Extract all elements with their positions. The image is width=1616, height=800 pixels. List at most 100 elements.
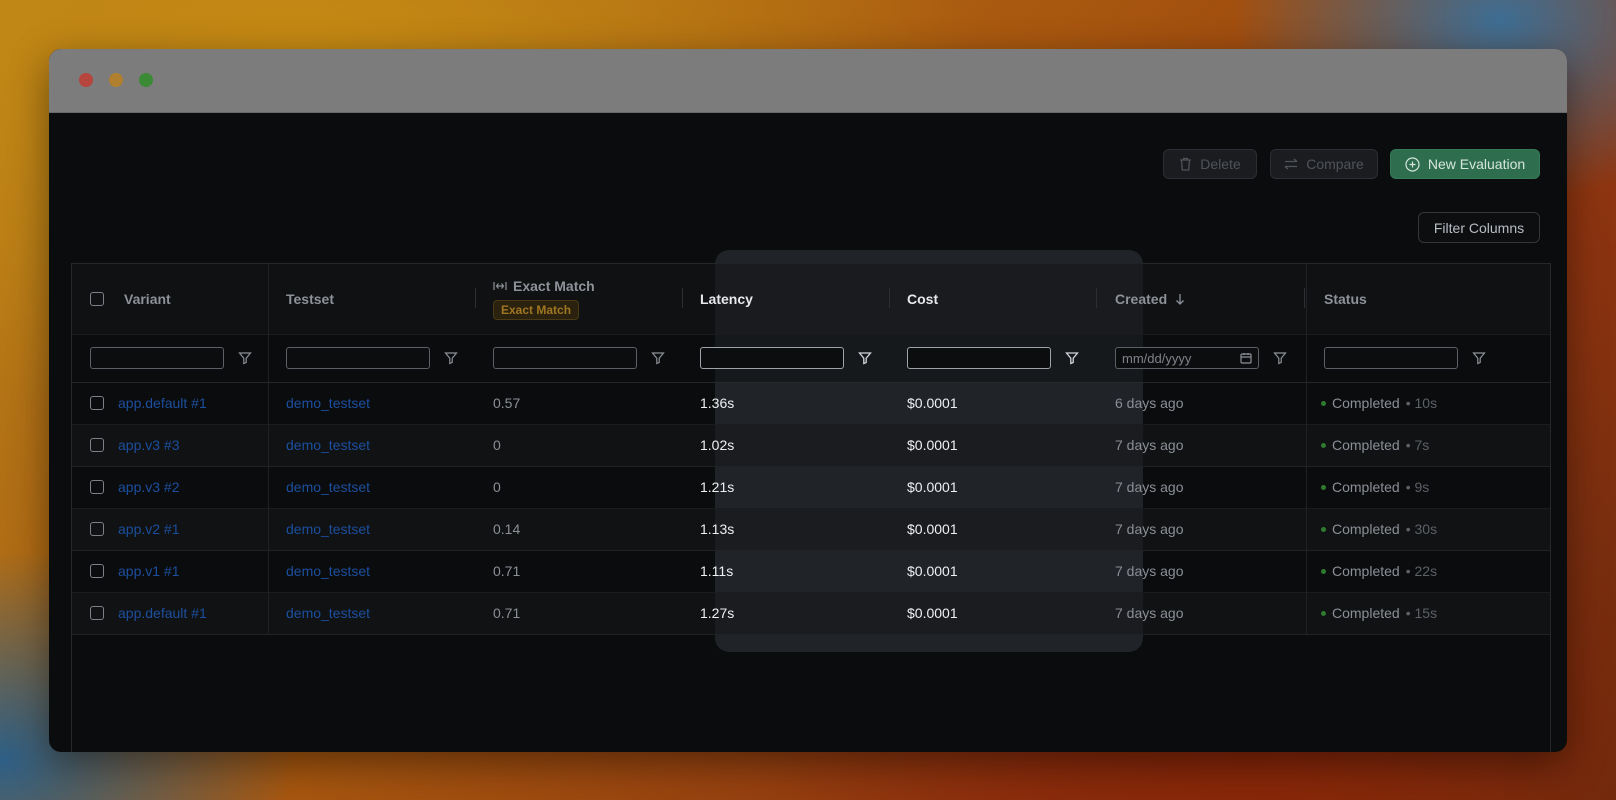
exact-match-cell: 0 bbox=[493, 424, 501, 466]
created-value: 7 days ago bbox=[1115, 479, 1184, 495]
testset-link[interactable]: demo_testset bbox=[286, 563, 370, 579]
status-duration: • 30s bbox=[1405, 521, 1438, 537]
cost-cell: $0.0001 bbox=[907, 592, 958, 634]
status-duration: • 15s bbox=[1405, 605, 1438, 621]
status-duration: • 9s bbox=[1405, 479, 1430, 495]
header-testset-label: Testset bbox=[286, 291, 334, 307]
table-row[interactable]: app.default #1 demo_testset 0.57 1.36s $… bbox=[72, 382, 1550, 425]
cost-filter-cell bbox=[907, 334, 1079, 382]
latency-cell: 1.36s bbox=[700, 382, 734, 424]
maximize-window-button[interactable] bbox=[139, 73, 153, 87]
table-row[interactable]: app.v1 #1 demo_testset 0.71 1.11s $0.000… bbox=[72, 550, 1550, 593]
filter-icon[interactable] bbox=[1065, 351, 1079, 365]
table-row[interactable]: app.v3 #2 demo_testset 0 1.21s $0.0001 7… bbox=[72, 466, 1550, 509]
exact-match-value: 0 bbox=[493, 479, 501, 495]
status-dot bbox=[1321, 442, 1326, 448]
latency-cell: 1.11s bbox=[700, 550, 733, 592]
table-row[interactable]: app.v2 #1 demo_testset 0.14 1.13s $0.000… bbox=[72, 508, 1550, 551]
exact-match-value: 0.71 bbox=[493, 563, 521, 579]
row-checkbox[interactable] bbox=[90, 564, 104, 578]
variant-cell: app.v1 #1 bbox=[118, 550, 180, 592]
filter-icon[interactable] bbox=[444, 351, 458, 365]
delete-button[interactable]: Delete bbox=[1163, 149, 1257, 179]
status-label: Completed bbox=[1332, 563, 1400, 579]
exact-match-value: 0 bbox=[493, 437, 501, 453]
exact-match-value: 0.57 bbox=[493, 395, 521, 411]
latency-filter-input[interactable] bbox=[700, 347, 844, 369]
filter-icon[interactable] bbox=[238, 351, 252, 365]
status-dot bbox=[1321, 484, 1326, 490]
header-variant-label: Variant bbox=[124, 291, 171, 307]
variant-filter-input[interactable] bbox=[90, 347, 224, 369]
header-variant[interactable]: Variant bbox=[124, 264, 171, 334]
new-evaluation-label: New Evaluation bbox=[1427, 156, 1526, 172]
exact-match-value: 0.71 bbox=[493, 605, 521, 621]
row-checkbox[interactable] bbox=[90, 606, 104, 620]
cost-filter-input[interactable] bbox=[907, 347, 1051, 369]
status-duration: • 22s bbox=[1405, 563, 1438, 579]
cost-value: $0.0001 bbox=[907, 479, 958, 495]
filter-icon[interactable] bbox=[651, 351, 665, 365]
variant-cell: app.default #1 bbox=[118, 382, 207, 424]
row-checkbox[interactable] bbox=[90, 522, 104, 536]
status-label: Completed bbox=[1332, 605, 1400, 621]
evaluations-page: Delete Compare New Evaluation Filter Col… bbox=[49, 113, 1567, 752]
status-cell: Completed • 15s bbox=[1321, 592, 1437, 634]
cost-cell: $0.0001 bbox=[907, 508, 958, 550]
variant-link[interactable]: app.default #1 bbox=[118, 605, 207, 621]
table-row[interactable]: app.default #1 demo_testset 0.71 1.27s $… bbox=[72, 592, 1550, 635]
filter-icon[interactable] bbox=[1273, 351, 1287, 365]
sort-descending-icon[interactable] bbox=[1175, 293, 1185, 305]
select-all-checkbox[interactable] bbox=[90, 292, 104, 306]
new-evaluation-button[interactable]: New Evaluation bbox=[1390, 149, 1540, 179]
testset-link[interactable]: demo_testset bbox=[286, 479, 370, 495]
status-cell: Completed • 10s bbox=[1321, 382, 1437, 424]
row-checkbox[interactable] bbox=[90, 396, 104, 410]
cost-cell: $0.0001 bbox=[907, 424, 958, 466]
filter-columns-button[interactable]: Filter Columns bbox=[1418, 212, 1540, 243]
compare-button[interactable]: Compare bbox=[1270, 149, 1378, 179]
calendar-icon[interactable] bbox=[1240, 352, 1252, 364]
header-cost[interactable]: Cost bbox=[907, 264, 938, 334]
row-select-cell bbox=[90, 592, 104, 634]
variant-link[interactable]: app.default #1 bbox=[118, 395, 207, 411]
header-latency-label: Latency bbox=[700, 291, 753, 307]
variant-link[interactable]: app.v2 #1 bbox=[118, 521, 180, 537]
created-value: 7 days ago bbox=[1115, 605, 1184, 621]
testset-link[interactable]: demo_testset bbox=[286, 521, 370, 537]
header-created[interactable]: Created bbox=[1115, 264, 1185, 334]
exact-match-cell: 0.71 bbox=[493, 550, 520, 592]
variant-link[interactable]: app.v3 #3 bbox=[118, 437, 180, 453]
header-exact-match[interactable]: Exact Match Exact Match bbox=[493, 264, 595, 334]
created-value: 7 days ago bbox=[1115, 437, 1184, 453]
testset-cell: demo_testset bbox=[286, 466, 370, 508]
header-testset[interactable]: Testset bbox=[286, 264, 334, 334]
testset-filter-input[interactable] bbox=[286, 347, 430, 369]
exact-match-filter-input[interactable] bbox=[493, 347, 637, 369]
status-filter-cell bbox=[1324, 334, 1486, 382]
created-cell: 6 days ago bbox=[1115, 382, 1184, 424]
variant-link[interactable]: app.v3 #2 bbox=[118, 479, 180, 495]
testset-link[interactable]: demo_testset bbox=[286, 605, 370, 621]
testset-filter-cell bbox=[286, 334, 458, 382]
header-latency[interactable]: Latency bbox=[700, 264, 753, 334]
latency-value: 1.36s bbox=[700, 395, 735, 411]
created-cell: 7 days ago bbox=[1115, 592, 1184, 634]
variant-link[interactable]: app.v1 #1 bbox=[118, 563, 180, 579]
status-cell: Completed • 9s bbox=[1321, 466, 1429, 508]
table-row[interactable]: app.v3 #3 demo_testset 0 1.02s $0.0001 7… bbox=[72, 424, 1550, 467]
created-date-input[interactable]: mm/dd/yyyy bbox=[1115, 347, 1259, 369]
filter-icon[interactable] bbox=[858, 351, 872, 365]
close-window-button[interactable] bbox=[79, 73, 93, 87]
row-checkbox[interactable] bbox=[90, 480, 104, 494]
minimize-window-button[interactable] bbox=[109, 73, 123, 87]
header-cost-label: Cost bbox=[907, 291, 939, 307]
testset-link[interactable]: demo_testset bbox=[286, 437, 370, 453]
filter-icon[interactable] bbox=[1472, 351, 1486, 365]
row-checkbox[interactable] bbox=[90, 438, 104, 452]
testset-link[interactable]: demo_testset bbox=[286, 395, 370, 411]
header-exact-match-label: Exact Match bbox=[513, 278, 595, 294]
header-status[interactable]: Status bbox=[1324, 264, 1367, 334]
created-filter-cell: mm/dd/yyyy bbox=[1115, 334, 1287, 382]
status-filter-input[interactable] bbox=[1324, 347, 1458, 369]
